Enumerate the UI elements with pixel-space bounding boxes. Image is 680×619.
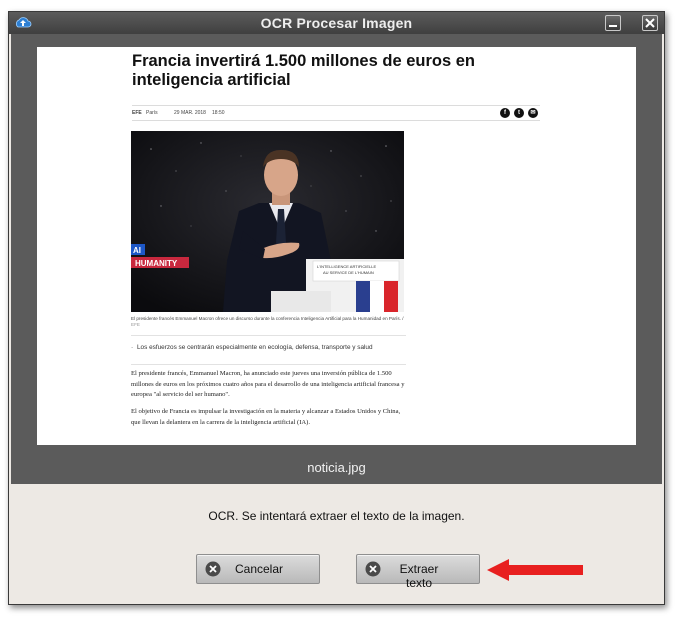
photo-banner-humanity: HUMANITY [135, 259, 178, 268]
photo-banner-ai: AI [133, 246, 141, 255]
close-button[interactable] [642, 15, 658, 31]
article-date: 29 MAR. 2018 [174, 110, 206, 116]
twitter-icon: t [514, 108, 524, 118]
close-icon [645, 18, 655, 28]
extract-text-button[interactable]: Extraer texto [356, 554, 480, 590]
image-filename: noticia.jpg [307, 460, 366, 475]
photo-caption-text: El presidente francés Emmanuel Macron of… [131, 316, 401, 321]
article-bullet-text: Los esfuerzos se centrarán especialmente… [137, 344, 373, 351]
extract-text-button-label: Extraer texto [399, 562, 439, 590]
article-headline: Francia invertirá 1.500 millones de euro… [132, 52, 475, 89]
ocr-dialog-window: OCR Procesar Imagen Francia invertirá 1.… [8, 11, 665, 605]
separator [131, 364, 406, 365]
title-bar[interactable]: OCR Procesar Imagen [9, 12, 664, 34]
cancel-button[interactable]: Cancelar [196, 554, 320, 584]
image-preview-panel: Francia invertirá 1.500 millones de euro… [11, 34, 662, 484]
article-city: París [146, 110, 158, 116]
article-meta: EFE París 29 MAR. 2018 18:50 f t ✉ [132, 105, 540, 121]
photo-caption-credit: EFE [131, 322, 140, 327]
cancel-button-label: Cancelar [234, 562, 284, 576]
ocr-message: OCR. Se intentará extraer el texto de la… [208, 509, 465, 523]
mail-icon: ✉ [528, 108, 538, 118]
article-photo: AI HUMANITY L'INTELLIGENCE ARTIFICIELLE … [131, 131, 404, 312]
document-image: Francia invertirá 1.500 millones de euro… [37, 47, 636, 445]
podium-sign-line-1: L'INTELLIGENCE ARTIFICIELLE [317, 264, 376, 269]
x-circle-icon [205, 561, 221, 577]
article-paragraph-1: El presidente francés, Emmanuel Macron, … [131, 370, 405, 399]
article-time: 18:50 [212, 110, 225, 116]
window-title: OCR Procesar Imagen [260, 15, 413, 31]
article-paragraph-2: El objetivo de Francia es impulsar la in… [131, 408, 401, 426]
minimize-button[interactable] [605, 15, 621, 31]
separator [131, 335, 406, 336]
red-arrow-annotation [487, 559, 583, 581]
article-source: EFE [132, 110, 142, 116]
facebook-icon: f [500, 108, 510, 118]
podium-sign-line-2: AU SERVICE DE L'HUMAIN [323, 270, 374, 275]
x-circle-icon [365, 561, 381, 577]
minimize-icon [609, 25, 617, 27]
photo-caption: El presidente francés Emmanuel Macron of… [131, 316, 404, 327]
